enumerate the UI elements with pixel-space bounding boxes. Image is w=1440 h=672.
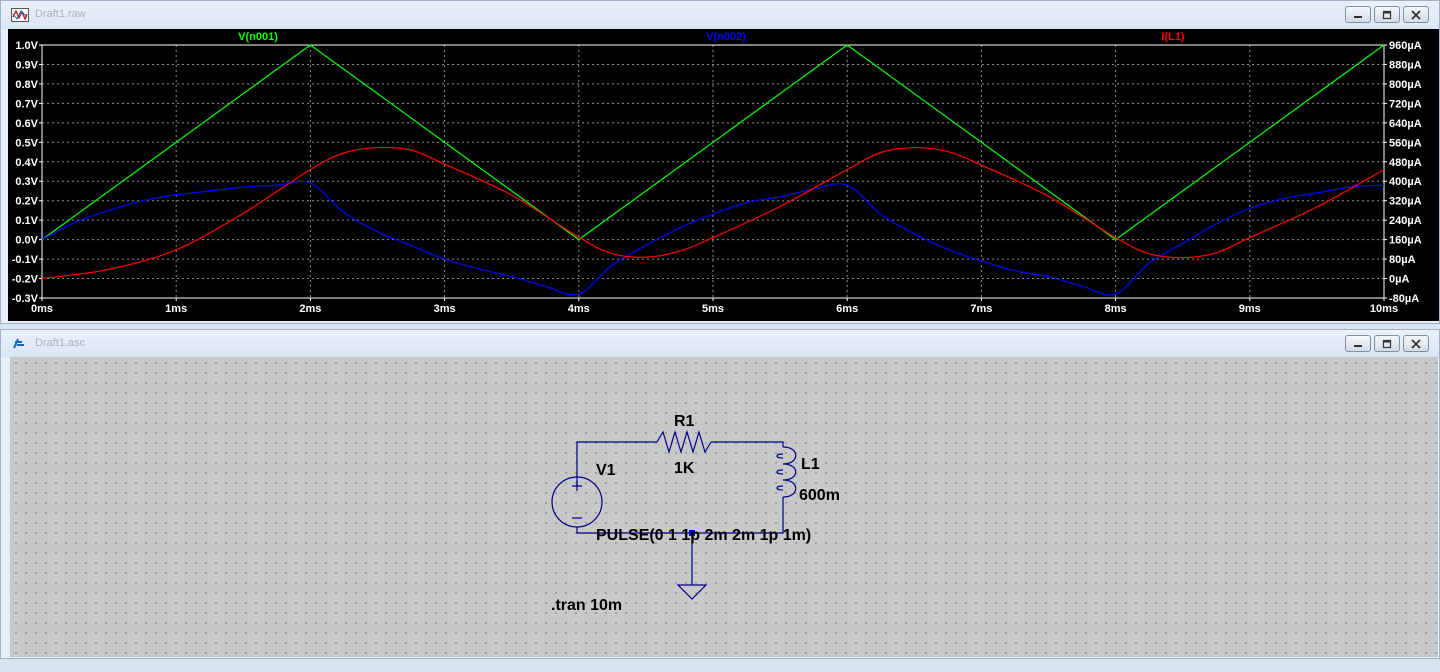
y-tick-label-right: 480µA <box>1389 157 1422 169</box>
schematic-window: Draft1.asc R1 1K L1 600m V1 PULSE(0 1 1p… <box>0 329 1440 659</box>
y-tick-label-right: 880µA <box>1389 59 1422 71</box>
y-tick-label-right: 400µA <box>1389 176 1422 188</box>
l1-value-label[interactable]: 600m <box>799 487 840 504</box>
y-tick-label-left: 0.4V <box>15 157 38 169</box>
x-tick-label: 6ms <box>836 303 858 315</box>
waveform-icon <box>11 8 29 22</box>
y-tick-label-left: 0.6V <box>15 118 38 130</box>
y-tick-label-right: 320µA <box>1389 196 1422 208</box>
close-icon <box>1411 338 1421 349</box>
y-tick-label-right: 240µA <box>1389 215 1422 227</box>
y-tick-label-left: 0.8V <box>15 79 38 91</box>
close-icon <box>1411 9 1421 20</box>
y-tick-label-left: 0.7V <box>15 98 38 110</box>
y-tick-label-right: 720µA <box>1389 98 1422 110</box>
close-button[interactable] <box>1403 6 1429 23</box>
minimize-button[interactable] <box>1345 335 1371 352</box>
schematic-window-title: Draft1.asc <box>35 337 86 349</box>
waveform-chart[interactable]: 0ms 1ms 2ms 3ms 4ms 5ms 6ms 7ms 8ms 9ms 10ms1.0V0.… <box>8 29 1439 321</box>
minimize-icon <box>1354 15 1362 18</box>
y-tick-label-right: 160µA <box>1389 235 1422 247</box>
y-tick-label-right: 560µA <box>1389 137 1422 149</box>
minimize-button[interactable] <box>1345 6 1371 23</box>
y-tick-label-right: 640µA <box>1389 118 1422 130</box>
resistor-r1[interactable] <box>656 429 712 455</box>
maximize-button[interactable] <box>1374 335 1400 352</box>
l1-name-label[interactable]: L1 <box>801 456 820 473</box>
maximize-icon <box>1382 10 1392 19</box>
schematic-window-titlebar[interactable]: Draft1.asc <box>1 330 1439 357</box>
legend-label-vn001[interactable]: V(n001) <box>238 31 278 43</box>
schematic-drawing[interactable]: R1 1K L1 600m V1 PULSE(0 1 1p 2m 2m 1p 1… <box>10 357 1438 657</box>
legend-label-il1[interactable]: I(L1) <box>1161 31 1185 43</box>
y-tick-label-left: 0.9V <box>15 59 38 71</box>
minimize-icon <box>1354 344 1362 347</box>
y-tick-label-left: -0.2V <box>12 274 39 286</box>
y-tick-label-left: 0.1V <box>15 215 38 227</box>
legend-label-vn002[interactable]: V(n002) <box>706 31 746 43</box>
x-tick-label: 1ms <box>165 303 187 315</box>
plus-sign-icon <box>572 481 582 491</box>
y-tick-label-left: 0.2V <box>15 196 38 208</box>
y-tick-label-right: -80µA <box>1389 293 1419 305</box>
tran-directive[interactable]: .tran 10m <box>551 597 622 614</box>
maximize-button[interactable] <box>1374 6 1400 23</box>
plot-window: Draft1.raw 0ms 1ms 2ms 3ms 4ms 5ms 6ms 7ms 8ms 9m… <box>0 0 1440 324</box>
x-tick-label: 4ms <box>568 303 590 315</box>
inductor-l1[interactable] <box>776 446 797 498</box>
y-tick-label-left: -0.1V <box>12 254 39 266</box>
x-tick-label: 5ms <box>702 303 724 315</box>
x-tick-label: 2ms <box>299 303 321 315</box>
waveform-plot-area[interactable]: 0ms 1ms 2ms 3ms 4ms 5ms 6ms 7ms 8ms 9ms 10ms 1.0V 0.… <box>8 29 1439 321</box>
y-tick-label-right: 0µA <box>1389 274 1409 286</box>
x-tick-label: 7ms <box>970 303 992 315</box>
wire-top-right[interactable] <box>711 441 784 447</box>
plot-window-titlebar[interactable]: Draft1.raw <box>1 1 1439 29</box>
v1-name-label[interactable]: V1 <box>596 462 616 479</box>
x-tick-label: 3ms <box>434 303 456 315</box>
v1-value-label[interactable]: PULSE(0 1 1p 2m 2m 1p 1m) <box>596 527 811 544</box>
x-tick-label: 9ms <box>1239 303 1261 315</box>
y-tick-label-right: 800µA <box>1389 79 1422 91</box>
y-tick-label-left: 0.3V <box>15 176 38 188</box>
r1-name-label[interactable]: R1 <box>674 413 695 430</box>
y-tick-label-left: 0.0V <box>15 235 38 247</box>
y-tick-label-right: 80µA <box>1389 254 1416 266</box>
schematic-editor-icon <box>13 338 24 349</box>
close-button[interactable] <box>1403 335 1429 352</box>
r1-value-label[interactable]: 1K <box>674 460 695 477</box>
y-tick-label-left: 1.0V <box>15 40 38 52</box>
y-tick-label-right: 960µA <box>1389 40 1422 52</box>
y-tick-label-left: 0.5V <box>15 137 38 149</box>
maximize-icon <box>1382 339 1392 348</box>
schematic-canvas[interactable]: R1 1K L1 600m V1 PULSE(0 1 1p 2m 2m 1p 1… <box>10 357 1438 657</box>
plot-window-title: Draft1.raw <box>35 8 86 20</box>
ground-symbol[interactable] <box>676 584 708 600</box>
x-tick-label: 8ms <box>1105 303 1127 315</box>
y-tick-label-left: -0.3V <box>12 293 39 305</box>
